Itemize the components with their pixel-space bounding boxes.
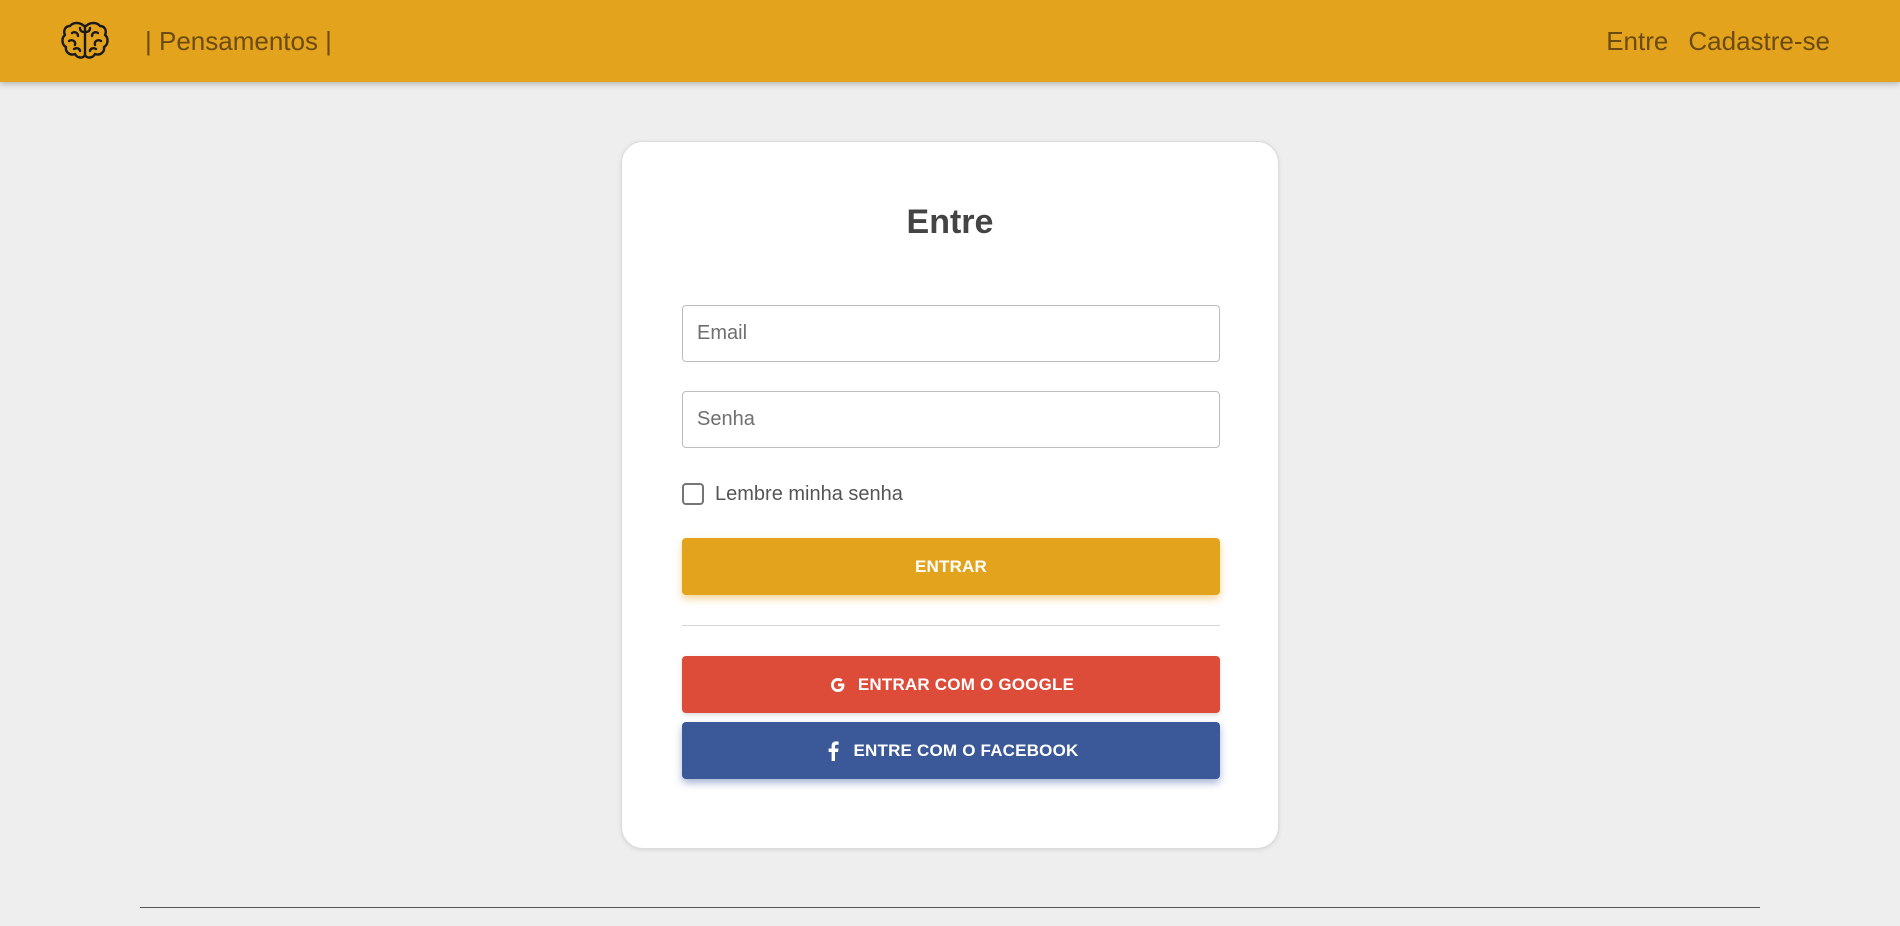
nav-link-cadastre-se[interactable]: Cadastre-se xyxy=(1688,24,1830,58)
facebook-login-button[interactable]: ENTRE COM O FACEBOOK xyxy=(682,722,1220,779)
brand-title[interactable]: | Pensamentos | xyxy=(145,24,332,58)
remember-me[interactable]: Lembre minha senha xyxy=(682,480,903,508)
password-field[interactable] xyxy=(682,391,1220,448)
email-field[interactable] xyxy=(682,305,1220,362)
footer-divider xyxy=(140,907,1760,908)
top-navbar: | Pensamentos | Entre Cadastre-se xyxy=(0,0,1900,82)
brain-icon[interactable] xyxy=(60,18,110,64)
google-login-label: ENTRAR COM O GOOGLE xyxy=(857,674,1075,694)
login-button-label: ENTRAR xyxy=(914,556,988,576)
nav-links: Entre Cadastre-se xyxy=(1606,24,1830,58)
google-icon xyxy=(828,675,848,695)
facebook-login-label: ENTRE COM O FACEBOOK xyxy=(853,740,1079,760)
nav-link-entre[interactable]: Entre xyxy=(1606,24,1668,58)
remember-checkbox[interactable] xyxy=(682,483,704,505)
login-button[interactable]: ENTRAR xyxy=(682,538,1220,595)
divider xyxy=(682,625,1220,626)
login-card: Entre Lembre minha senha ENTRAR ENTRAR C… xyxy=(621,141,1279,849)
remember-label: Lembre minha senha xyxy=(715,482,903,505)
login-title: Entre xyxy=(906,203,994,241)
facebook-icon xyxy=(823,740,843,761)
google-login-button[interactable]: ENTRAR COM O GOOGLE xyxy=(682,656,1220,713)
